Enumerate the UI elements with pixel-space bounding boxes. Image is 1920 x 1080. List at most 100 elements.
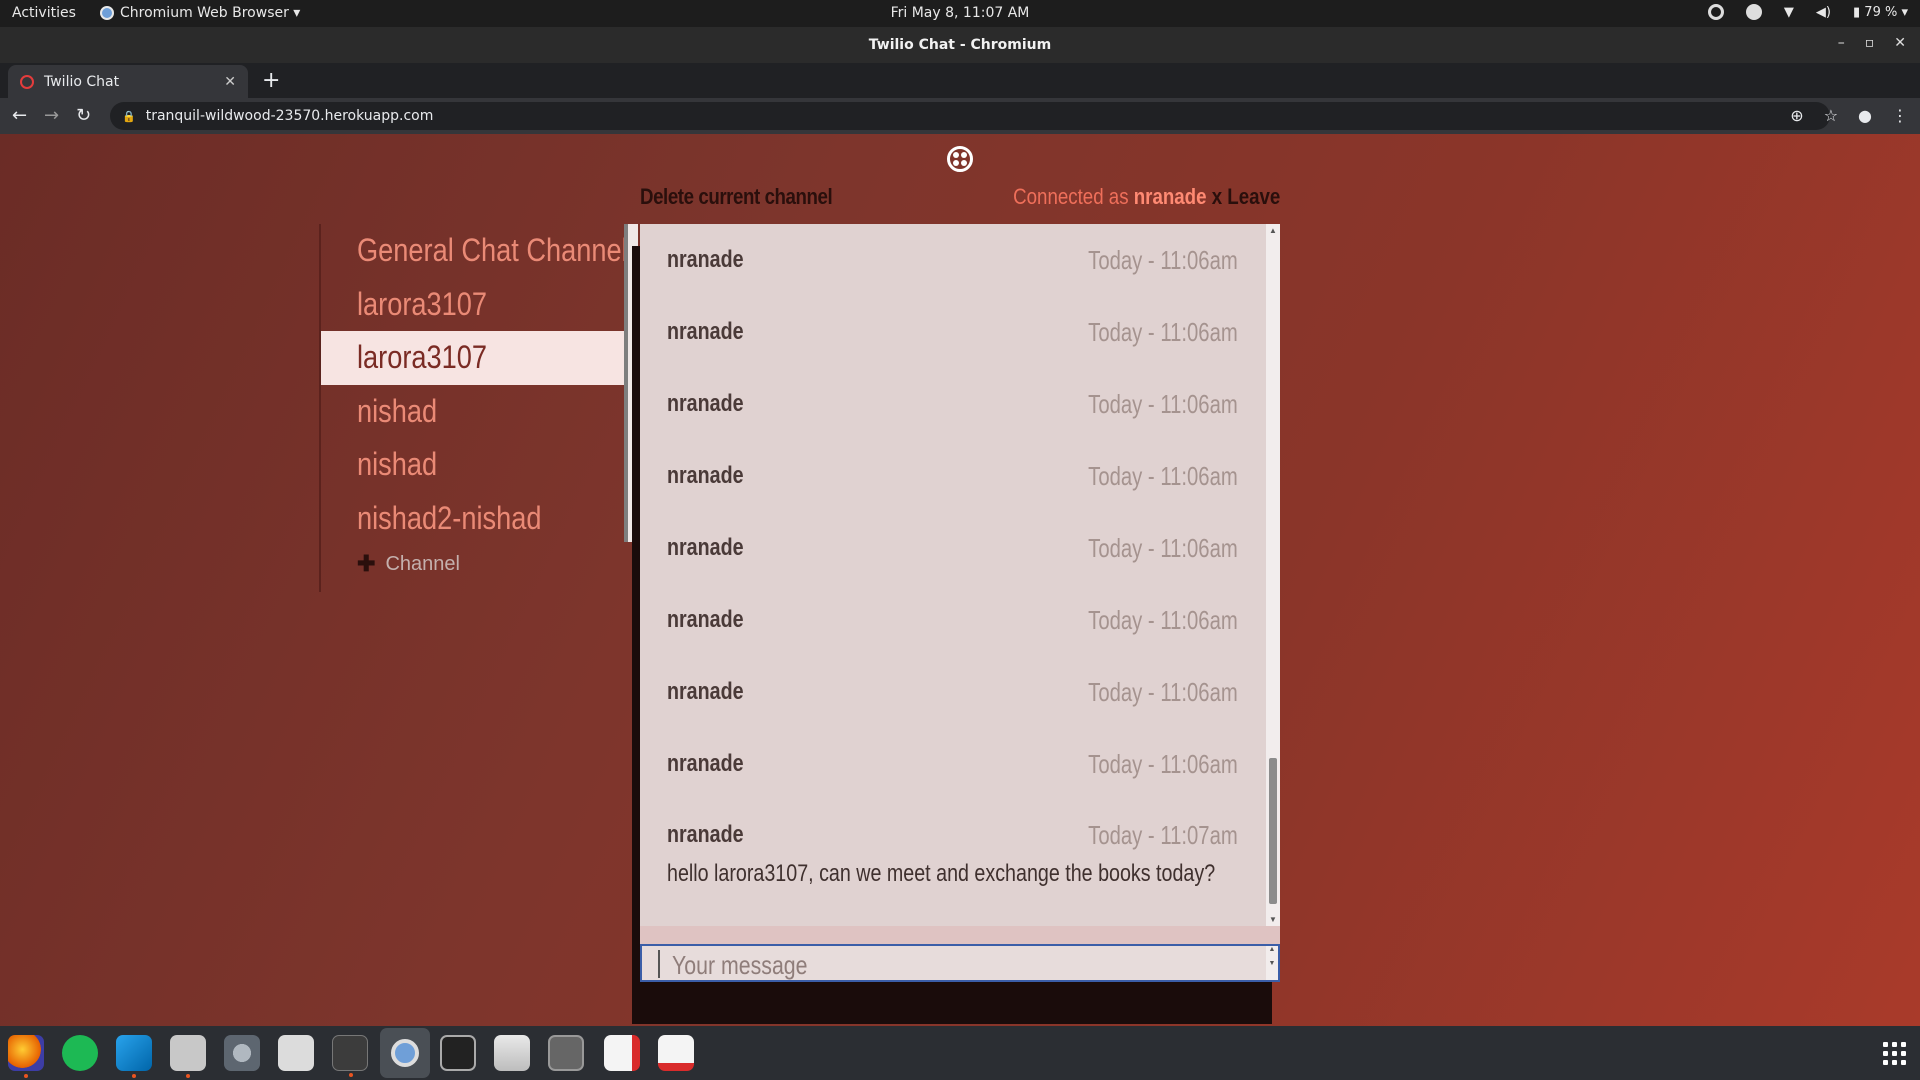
message-time: Today - 11:06am <box>1088 388 1238 419</box>
twilio-logo-icon <box>947 146 973 172</box>
chromium-icon[interactable] <box>380 1028 430 1078</box>
recorder-icon[interactable] <box>604 1035 640 1071</box>
message-item: nranade Today - 11:06am <box>667 600 1238 640</box>
url-text: tranquil-wildwood-23570.herokuapp.com <box>145 108 434 124</box>
scroll-up-icon[interactable]: ▲ <box>1269 226 1277 235</box>
channel-name: nishad <box>357 392 438 429</box>
connection-status: Connected as nranade x Leave <box>1013 184 1280 210</box>
message-input[interactable]: Your message ▲ ▼ <box>640 944 1280 982</box>
channel-item[interactable]: nishad <box>321 385 624 439</box>
message-time: Today - 11:06am <box>1088 748 1238 779</box>
settings-icon[interactable] <box>224 1035 260 1071</box>
steam-icon[interactable] <box>1707 4 1724 20</box>
message-author: nranade <box>667 750 744 777</box>
add-channel-label: Channel <box>385 552 460 575</box>
message-time: Today - 11:06am <box>1088 316 1238 347</box>
channel-name: General Chat Channel <box>357 232 628 269</box>
address-bar[interactable]: 🔒 tranquil-wildwood-23570.herokuapp.com <box>110 102 1830 130</box>
software-icon[interactable] <box>494 1035 530 1071</box>
show-applications-icon[interactable] <box>1883 1042 1906 1065</box>
forward-icon[interactable]: → <box>44 105 59 126</box>
app-menu[interactable]: Chromium Web Browser ▾ <box>100 5 300 21</box>
channel-item[interactable]: nishad <box>321 438 624 492</box>
lock-icon[interactable]: 🔒 <box>122 110 136 123</box>
scroll-down-icon[interactable]: ▼ <box>1269 915 1277 924</box>
channel-item[interactable]: nishad2-nishad <box>321 492 624 546</box>
browser-toolbar: ← → ↻ 🔒 tranquil-wildwood-23570.herokuap… <box>0 98 1920 134</box>
page-content: Delete current channel Connected as nran… <box>0 134 1920 1026</box>
channel-name: larora3107 <box>357 339 488 376</box>
message-time: Today - 11:06am <box>1088 460 1238 491</box>
message-item: nranade Today - 11:06am <box>667 384 1238 424</box>
clock[interactable]: Fri May 8, 11:07 AM <box>891 5 1030 21</box>
volume-icon[interactable]: ◀) <box>1816 5 1831 20</box>
toggle-icon[interactable] <box>278 1035 314 1071</box>
message-author: nranade <box>667 246 744 273</box>
system-tray[interactable]: ▼ ◀) ▮ 79 % ▾ <box>1707 4 1908 20</box>
screenshot-icon[interactable] <box>548 1035 584 1071</box>
note-icon[interactable] <box>658 1035 694 1071</box>
close-tab-icon[interactable]: ✕ <box>224 74 236 90</box>
message-time: Today - 11:06am <box>1088 676 1238 707</box>
tab-twilio-chat[interactable]: Twilio Chat ✕ <box>8 65 248 98</box>
leave-button[interactable]: Leave <box>1227 184 1280 209</box>
message-author: nranade <box>667 390 744 417</box>
message-body: hello larora3107, can we meet and exchan… <box>667 860 1216 887</box>
message-author: nranade <box>667 462 744 489</box>
message-author: nranade <box>667 318 744 345</box>
reload-icon[interactable]: ↻ <box>76 105 91 126</box>
zoom-icon[interactable]: ⊕ <box>1790 106 1803 125</box>
message-list-scrollbar[interactable]: ▲ ▼ <box>1266 224 1280 926</box>
activities-button[interactable]: Activities <box>12 5 76 21</box>
message-author: nranade <box>667 821 744 848</box>
battery-level: 79 % <box>1864 4 1898 20</box>
message-time: Today - 11:06am <box>1088 244 1238 275</box>
new-tab-icon[interactable]: + <box>262 68 280 93</box>
message-author: nranade <box>667 678 744 705</box>
maximize-icon[interactable]: ▫ <box>1865 35 1875 51</box>
terminal-icon[interactable] <box>332 1035 368 1077</box>
delete-channel-button[interactable]: Delete current channel <box>640 184 833 210</box>
back-icon[interactable]: ← <box>12 105 27 126</box>
plus-icon: ✚ <box>357 551 376 576</box>
scrollbar-thumb[interactable] <box>1269 758 1277 904</box>
firefox-icon[interactable] <box>8 1035 44 1078</box>
text-caret <box>658 950 660 978</box>
message-list: nranade Today - 11:06am nranade Today - 11… <box>640 224 1280 926</box>
message-item: nranade Today - 11:06am <box>667 744 1238 784</box>
battery-indicator[interactable]: ▮ 79 % ▾ <box>1853 5 1908 20</box>
x-label: x <box>1206 184 1227 209</box>
window-title: Twilio Chat - Chromium <box>868 37 1052 53</box>
channel-item[interactable]: General Chat Channel <box>321 224 628 278</box>
message-time: Today - 11:06am <box>1088 604 1238 635</box>
message-author: nranade <box>667 534 744 561</box>
minimize-icon[interactable]: – <box>1838 35 1845 51</box>
vscode-icon[interactable] <box>116 1035 152 1078</box>
connected-prefix: Connected as <box>1012 184 1134 209</box>
menu-dots-icon[interactable]: ⋮ <box>1892 106 1908 125</box>
bookmark-star-icon[interactable]: ☆ <box>1824 106 1838 125</box>
files-icon[interactable] <box>170 1035 206 1078</box>
app-menu-label: Chromium Web Browser ▾ <box>120 5 301 21</box>
channel-item[interactable]: larora3107 <box>321 278 624 332</box>
channel-item-active[interactable]: larora3107 <box>321 331 624 385</box>
message-author: nranade <box>667 606 744 633</box>
tab-strip: Twilio Chat ✕ + <box>0 63 1920 98</box>
message-item: nranade Today - 11:06am <box>667 672 1238 712</box>
window-title-bar: Twilio Chat - Chromium – ▫ ✕ <box>0 27 1920 63</box>
status-icon[interactable] <box>1745 4 1762 20</box>
twilio-favicon-icon <box>20 74 34 89</box>
system-top-bar: Activities Chromium Web Browser ▾ Fri Ma… <box>0 0 1920 27</box>
message-list-footer <box>640 926 1280 946</box>
message-item: nranade Today - 11:06am <box>667 312 1238 352</box>
system-monitor-icon[interactable] <box>440 1035 476 1071</box>
message-item: nranade Today - 11:06am <box>667 456 1238 496</box>
profile-icon[interactable]: ● <box>1858 106 1872 125</box>
channel-name: nishad <box>357 446 438 483</box>
close-window-icon[interactable]: ✕ <box>1894 35 1906 51</box>
spotify-icon[interactable] <box>62 1035 98 1071</box>
message-input-scrollbar[interactable]: ▲ ▼ <box>1266 946 1278 980</box>
add-channel-button[interactable]: ✚ Channel <box>321 551 624 577</box>
message-item: nranade Today - 11:07am <box>667 815 1238 855</box>
wifi-icon[interactable]: ▼ <box>1784 5 1794 20</box>
